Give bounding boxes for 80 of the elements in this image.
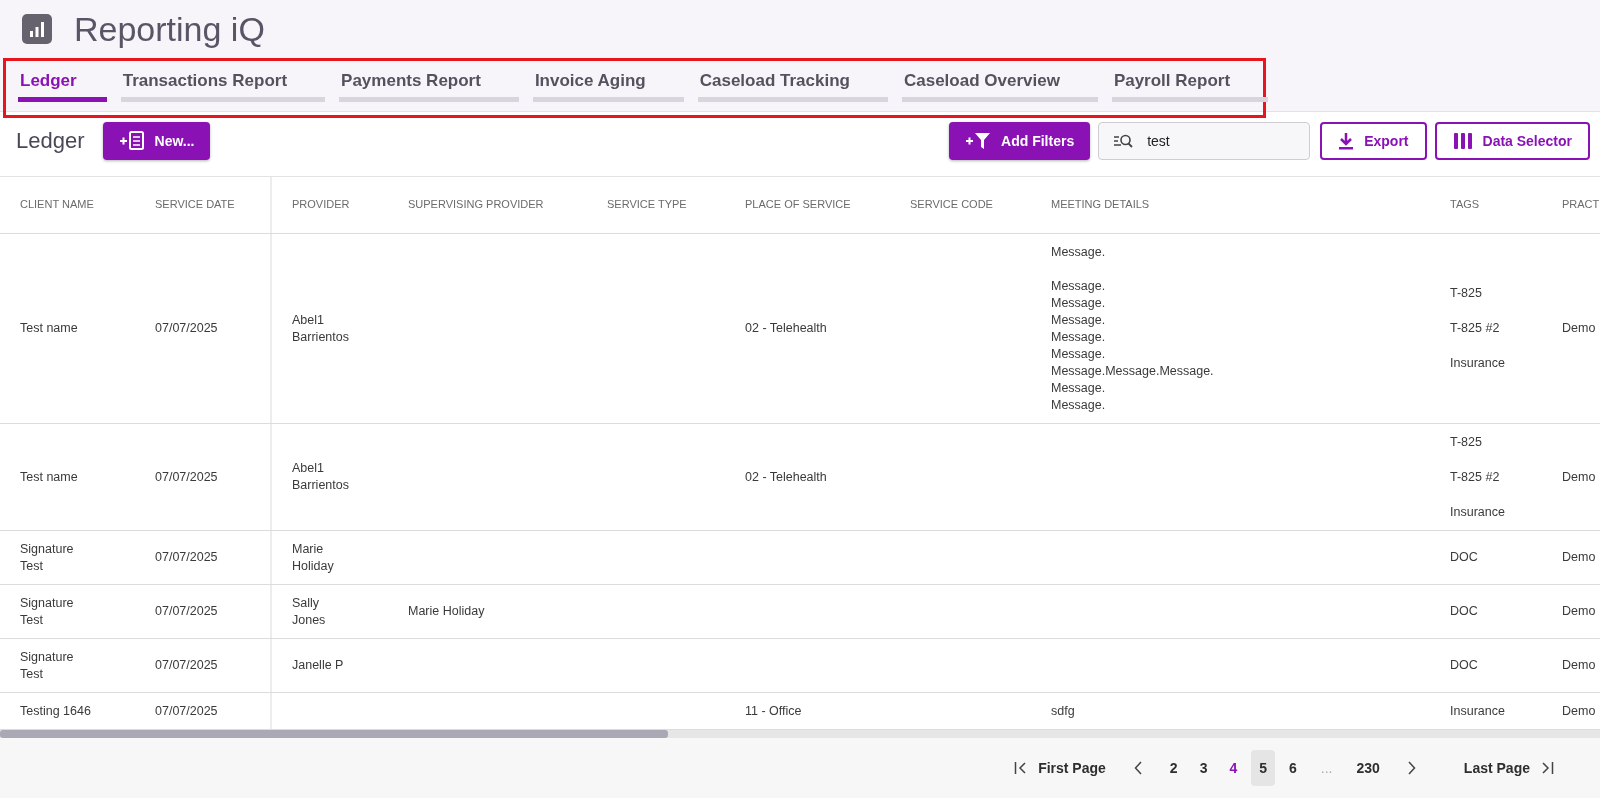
table-cell: 02 - Telehealth [745,320,827,337]
columns-icon [1452,132,1473,150]
search-field[interactable]: test [1098,122,1311,160]
table-cell: Janelle P [292,657,344,674]
tag-text: DOC [1450,603,1478,620]
tag-text: T-825 [1450,285,1483,302]
table-cell: Signature Test [20,648,74,683]
page-number[interactable]: 2 [1161,750,1186,786]
table-cell: Signature Test [20,594,74,629]
table-cell: 07/07/2025 [155,657,218,674]
last-page-button[interactable]: Last Page [1455,752,1562,784]
tag-text: T-825 [1450,433,1483,451]
column-header: MEETING DETAILS [1051,197,1150,213]
column-header: SERVICE TYPE [607,197,687,213]
table-cell: sdfg [1051,702,1075,720]
page-number[interactable]: 5 [1251,750,1276,786]
table-cell: Demo [1562,320,1596,337]
download-icon [1338,132,1355,150]
table-cell: Demo [1562,603,1596,620]
column-header: SERVICE CODE [910,197,993,213]
table-cell: Test name [20,320,78,337]
tag-text: T-825 #2 [1450,468,1501,486]
tag-text: Insurance [1450,702,1505,720]
table-cell: Sally Jones [292,594,326,629]
table-cell: 07/07/2025 [155,320,218,337]
column-header: SUPERVISING PROVIDER [408,197,544,213]
report-tab[interactable]: Caseload Tracking [697,71,888,102]
report-tab[interactable]: Caseload Overview [901,71,1098,102]
column-header: TAGS [1450,197,1480,213]
first-page-icon [1014,761,1029,775]
page-number[interactable]: 3 [1191,750,1216,786]
table-cell: Signature Test [20,540,74,575]
table-cell: 07/07/2025 [155,549,218,566]
column-header: SERVICE DATE [155,197,235,213]
tag-text: T-825 #2 [1450,320,1501,337]
add-filter-icon [965,132,992,150]
add-document-icon [118,131,145,151]
report-tab[interactable]: Transactions Report [120,71,326,102]
column-header: PROVIDER [292,197,350,213]
report-tab[interactable]: Ledger [18,71,107,102]
table-cell: Demo [1562,549,1596,566]
table-cell: 07/07/2025 [155,702,218,720]
report-tab[interactable]: Payroll Report [1111,71,1269,102]
table-cell: Demo [1562,657,1596,674]
page-title: Ledger [16,128,85,154]
app-title: Reporting iQ [74,9,265,49]
table-cell: 07/07/2025 [155,468,218,486]
first-page-button[interactable]: First Page [1006,752,1114,784]
table-cell: 02 - Telehealth [745,468,827,486]
page-number[interactable]: 6 [1281,750,1305,786]
table-cell: Message. Message. Message. Message. Message. Message. Message.Message.Message. Message. Message. [1051,243,1214,414]
export-button[interactable]: Export [1320,122,1427,160]
new-button[interactable]: New... [102,122,211,160]
table-cell: Demo [1562,702,1596,720]
tag-text: DOC [1450,657,1478,674]
table-cell: Marie Holiday [292,540,334,575]
table-cell: Abel1 Barrientos [292,460,349,494]
table-cell: 07/07/2025 [155,603,218,620]
add-filters-button[interactable]: Add Filters [949,122,1091,160]
table-cell: Testing 1646 [20,702,91,720]
table-cell: Test name [20,468,78,486]
table-cell: Marie Holiday [408,603,485,620]
last-page-icon [1540,761,1554,775]
tag-text: DOC [1450,549,1478,566]
page-ellipsis: ... [1319,760,1334,776]
table-cell: 11 - Office [745,702,802,720]
column-header: PRACT [1562,197,1600,213]
tag-text: Insurance [1450,355,1505,372]
page-number[interactable]: 4 [1221,750,1246,786]
report-tab[interactable]: Payments Report [339,71,519,102]
report-tab[interactable]: Invoice Aging [532,71,684,102]
tag-text: Insurance [1450,503,1505,521]
bar-chart-icon [22,14,52,44]
page-number[interactable]: 230 [1348,750,1388,786]
column-header: PLACE OF SERVICE [745,197,851,213]
scrollbar-thumb[interactable] [0,730,668,738]
data-selector-button[interactable]: Data Selector [1434,122,1590,160]
table-cell: Abel1 Barrientos [292,311,349,346]
table-cell: Demo [1562,468,1596,486]
column-header: CLIENT NAME [20,197,94,213]
